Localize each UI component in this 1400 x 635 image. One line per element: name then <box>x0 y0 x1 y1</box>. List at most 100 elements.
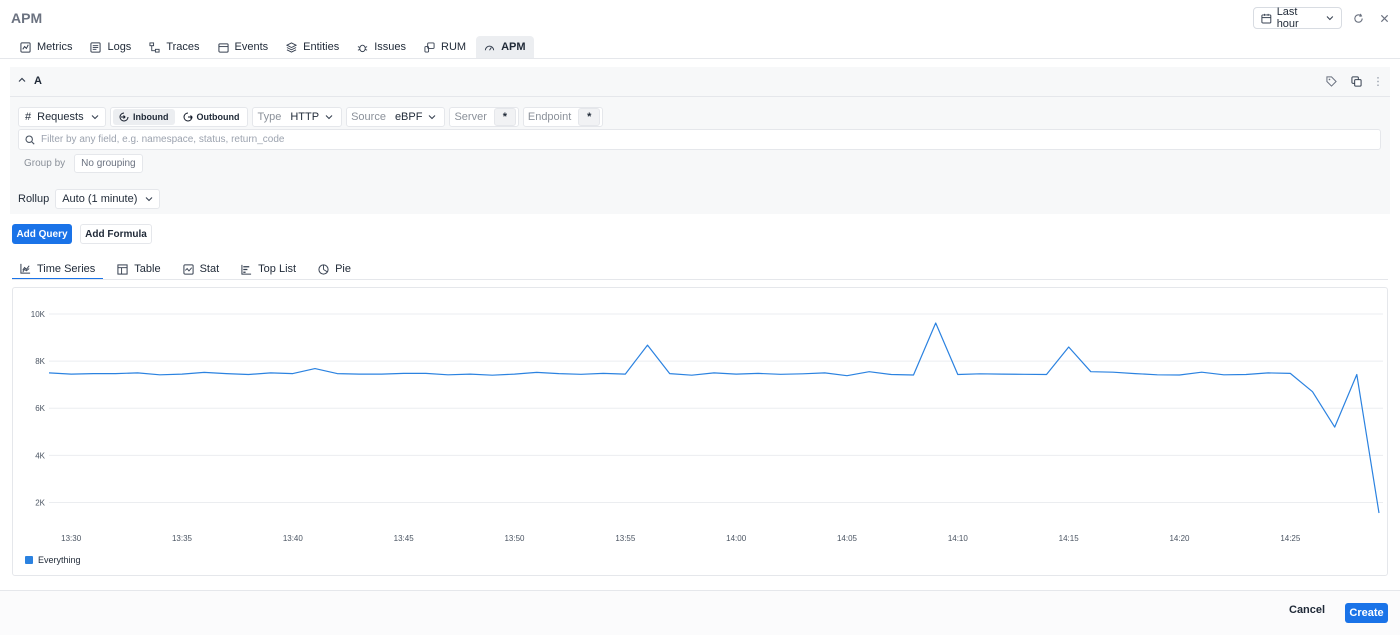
time-series-icon <box>20 263 31 274</box>
server-filter: Server * <box>449 107 519 127</box>
top-list-icon <box>241 264 252 275</box>
inbound-button[interactable]: Inbound <box>113 109 175 125</box>
x-tick-label: 13:50 <box>504 534 525 543</box>
page-header: APM Last hour <box>0 0 1400 36</box>
x-tick-label: 14:25 <box>1280 534 1301 543</box>
endpoint-value[interactable]: * <box>578 108 601 126</box>
tab-logs[interactable]: Logs <box>82 36 139 58</box>
cancel-button[interactable]: Cancel <box>1289 604 1325 616</box>
inbound-label: Inbound <box>133 112 169 122</box>
server-value[interactable]: * <box>493 108 516 126</box>
chevron-down-icon <box>325 115 333 120</box>
close-icon[interactable] <box>1376 10 1392 26</box>
calendar-icon <box>1261 13 1272 23</box>
entities-icon <box>286 41 298 53</box>
viz-tab-label: Time Series <box>37 262 96 275</box>
tab-rum[interactable]: RUM <box>416 36 474 58</box>
rollup-row: Rollup Auto (1 minute) <box>18 189 161 209</box>
group-by-select[interactable]: No grouping <box>74 153 143 173</box>
query-panel: A # Requests Inbound Outbound Type HTTP … <box>10 67 1390 214</box>
source-label: Source <box>351 111 386 123</box>
metric-value: Requests <box>37 111 84 123</box>
group-by-label: Group by <box>24 157 66 169</box>
add-query-button[interactable]: Add Query <box>12 224 72 244</box>
filter-input[interactable] <box>41 134 1361 145</box>
rollup-select[interactable]: Auto (1 minute) <box>55 189 161 209</box>
chevron-down-icon <box>146 197 153 202</box>
hash-icon: # <box>25 111 32 123</box>
data-source-tabs: Metrics Logs Traces Events Entities Issu… <box>12 36 534 58</box>
chevron-up-icon[interactable] <box>17 75 27 85</box>
traces-icon <box>149 41 160 53</box>
viz-tab-label: Top List <box>258 263 297 275</box>
tab-issues[interactable]: Issues <box>349 36 414 58</box>
server-label: Server <box>454 111 487 123</box>
tab-time-series[interactable]: Time Series <box>12 259 104 280</box>
tab-events[interactable]: Events <box>210 36 277 58</box>
x-tick-label: 13:55 <box>615 534 636 543</box>
viz-tab-label: Table <box>134 263 161 275</box>
x-tick-label: 14:15 <box>1059 534 1080 543</box>
metric-select[interactable]: # Requests <box>18 107 106 127</box>
query-builder-row: # Requests Inbound Outbound Type HTTP So… <box>18 107 604 127</box>
type-label: Type <box>257 111 282 123</box>
more-options-icon[interactable] <box>1370 73 1386 89</box>
type-select[interactable]: HTTP <box>284 108 340 126</box>
x-tick-label: 14:20 <box>1169 534 1190 543</box>
outbound-icon <box>183 112 193 122</box>
duplicate-icon[interactable] <box>1348 73 1364 89</box>
source-value: eBPF <box>394 111 423 123</box>
viz-tabs-divider <box>12 279 1388 280</box>
filter-bar <box>18 129 1381 150</box>
time-range-label: Last hour <box>1276 6 1299 30</box>
source-filter: Source eBPF <box>346 107 446 127</box>
query-panel-header: A <box>10 67 1390 97</box>
tabs-divider <box>0 58 1400 59</box>
footer-bar <box>0 590 1400 635</box>
rum-icon <box>424 41 435 53</box>
tab-label: APM <box>501 41 526 53</box>
tab-label: Traces <box>166 41 200 53</box>
outbound-label: Outbound <box>196 112 240 122</box>
x-tick-label: 14:10 <box>948 534 969 543</box>
create-button[interactable]: Create <box>1345 603 1388 623</box>
visualization-tabs: Time Series Table Stat Top List Pie <box>12 259 359 280</box>
tab-top-list[interactable]: Top List <box>233 259 304 279</box>
tab-traces[interactable]: Traces <box>141 36 207 58</box>
outbound-button[interactable]: Outbound <box>177 109 246 125</box>
tab-label: Events <box>234 41 269 53</box>
add-formula-button[interactable]: Add Formula <box>80 224 152 244</box>
viz-tab-label: Pie <box>335 263 351 275</box>
page-title: APM <box>11 10 43 26</box>
table-icon <box>117 263 128 275</box>
tab-entities[interactable]: Entities <box>278 36 347 58</box>
tab-pie[interactable]: Pie <box>310 259 359 279</box>
logs-icon <box>90 41 102 53</box>
group-by-row: Group by No grouping <box>18 153 143 173</box>
y-tick-label: 8K <box>35 357 45 366</box>
tab-label: Metrics <box>37 41 73 53</box>
chart-legend[interactable]: Everything <box>25 555 81 565</box>
tab-table[interactable]: Table <box>109 259 168 279</box>
chart-card: 2K 4K 6K 8K 10K 13:30 13:35 13:40 13:45 13:50 13:5… <box>12 287 1388 576</box>
apm-icon <box>484 45 495 51</box>
x-tick-label: 14:00 <box>726 534 747 543</box>
source-select[interactable]: eBPF <box>388 108 443 126</box>
legend-label: Everything <box>38 555 81 565</box>
chevron-down-icon <box>1326 16 1334 21</box>
y-tick-label: 6K <box>35 404 45 413</box>
time-range-picker[interactable]: Last hour <box>1253 6 1342 30</box>
inbound-icon <box>119 112 129 122</box>
y-tick-label: 4K <box>35 451 45 460</box>
tab-stat[interactable]: Stat <box>175 259 228 279</box>
refresh-icon[interactable] <box>1350 10 1366 26</box>
series-line-everything <box>48 322 1380 514</box>
stat-icon <box>182 263 194 275</box>
tag-icon[interactable] <box>1323 73 1339 89</box>
tab-label: Logs <box>107 41 132 53</box>
tab-label: Issues <box>374 41 407 53</box>
x-tick-label: 13:30 <box>61 534 82 543</box>
events-icon <box>217 42 229 53</box>
tab-metrics[interactable]: Metrics <box>12 36 80 58</box>
tab-apm[interactable]: APM <box>476 36 534 58</box>
